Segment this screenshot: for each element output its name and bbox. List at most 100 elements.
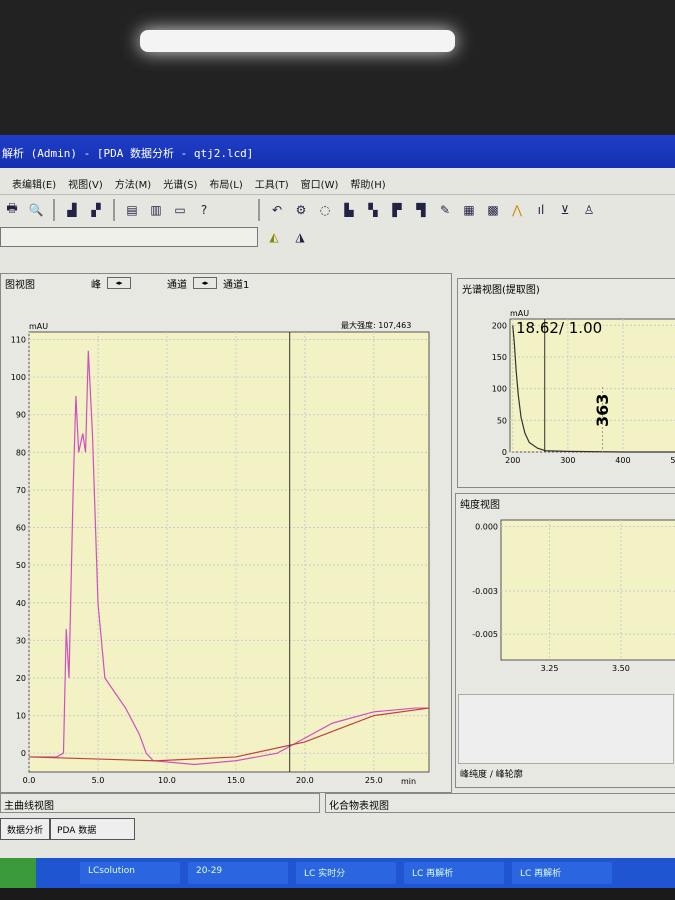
spectrum-panel: 光谱视图(提取图) 200300400500050100150200mAU18.… (457, 278, 675, 488)
plot-area (509, 318, 675, 453)
y-tick-label: 10 (16, 712, 26, 721)
peak-mark-icon[interactable]: ⋀ (507, 200, 527, 220)
spectrum-annotation: 18.62/ 1.00 (516, 319, 602, 337)
undo-icon[interactable]: ↶ (267, 200, 287, 220)
integrate-icon[interactable]: ◭ (264, 227, 284, 247)
app-window: 表编辑(E) 视图(V) 方法(M) 光谱(S) 布局(L) 工具(T) 窗口(… (0, 168, 675, 858)
monitor-bezel (0, 0, 675, 135)
tool-icon[interactable]: ⚙ (291, 200, 311, 220)
purity-info (458, 694, 674, 764)
chart-icon[interactable]: ▟ (62, 200, 82, 220)
purity-title: 纯度视图 (460, 499, 500, 511)
purity-tabs: 峰纯度 / 峰轮廓 (460, 770, 523, 780)
y-axis-label: mAU (510, 309, 529, 318)
task-realtime[interactable]: LC 实时分 (296, 862, 396, 884)
preview-icon[interactable]: 🔍 (26, 200, 46, 220)
window-title: 解析 (Admin) - [PDA 数据分析 - qtj2.lcd] (0, 135, 675, 168)
x-tick-label: 3.50 (612, 664, 630, 673)
y-tick-label: 100 (492, 385, 507, 394)
peak3-icon[interactable]: ▛ (387, 200, 407, 220)
task-reanalysis-1[interactable]: LC 再解析 (404, 862, 504, 884)
compound-title: 化合物表视图 (329, 801, 389, 812)
toolbar-row2: ◭ ◮ (0, 224, 675, 250)
menu-method[interactable]: 方法(M) (115, 176, 151, 194)
task-folder[interactable]: 20-29 (188, 862, 288, 884)
x-axis-label: min (401, 777, 416, 786)
purity-panel: 纯度视图 3.25 3.50 0.000 -0.003 -0.005 峰纯度 / 峰轮廓 (455, 493, 675, 788)
edit-icon[interactable]: ✎ (435, 200, 455, 220)
menu-bar: 表编辑(E) 视图(V) 方法(M) 光谱(S) 布局(L) 工具(T) 窗口(… (0, 168, 675, 194)
toolbar: 🖶 🔍 ▟ ▞ ▤ ▥ ▭? ↶ ⚙ ◌ ▙ ▚ ▛ ▜ ✎ ▦ ▩ ⋀ ıl ⊻ ♙ (0, 194, 675, 224)
layout2-icon[interactable]: ▥ (146, 200, 166, 220)
peak2-icon[interactable]: ▚ (363, 200, 383, 220)
print-icon[interactable]: 🖶 (2, 200, 22, 220)
compound-panel: 化合物表视图 (325, 793, 675, 813)
bar-icon[interactable]: ıl (531, 200, 551, 220)
y-tick-label: -0.003 (472, 587, 498, 596)
plot-area (500, 519, 675, 661)
y-tick-label: 50 (16, 561, 26, 570)
tab-pda-data[interactable]: PDA 数据 (50, 818, 136, 840)
y-tick-label: 60 (16, 524, 26, 533)
purity1-icon[interactable]: ▦ (459, 200, 479, 220)
y-tick-label: 50 (497, 416, 507, 425)
task-reanalysis-2[interactable]: LC 再解析 (512, 862, 612, 884)
lib-icon[interactable]: ♙ (579, 200, 599, 220)
y-tick-label: 200 (492, 321, 507, 330)
chart2-icon[interactable]: ▞ (86, 200, 106, 220)
x-tick-label: 3.25 (541, 664, 559, 673)
main-curve-panel: 主曲线视图 (0, 793, 320, 813)
spec-icon[interactable]: ⊻ (555, 200, 575, 220)
channel-label: 通道 (167, 279, 187, 291)
help-icon[interactable]: ? (194, 200, 214, 220)
purity2-icon[interactable]: ▩ (483, 200, 503, 220)
purity-chart[interactable]: 3.25 3.50 0.000 -0.003 -0.005 (456, 512, 675, 687)
peak4-icon[interactable]: ▜ (411, 200, 431, 220)
task-lcsolution[interactable]: LCsolution (80, 862, 180, 884)
y-tick-label: 70 (16, 486, 26, 495)
peak-spinner[interactable]: ◂▸ (107, 277, 131, 289)
chromatogram-chart[interactable]: 0.0 5.0 10.0 15.0 20.0 25.0 0 10 20 30 40 50 60 70 80 9… (1, 292, 451, 792)
y-tick-label: -0.005 (472, 630, 498, 639)
menu-help[interactable]: 帮助(H) (350, 176, 385, 194)
x-tick-label: 20.0 (296, 776, 314, 785)
menu-layout[interactable]: 布局(L) (209, 176, 242, 194)
menu-window[interactable]: 窗口(W) (301, 176, 339, 194)
layout1-icon[interactable]: ▤ (122, 200, 142, 220)
data-combo[interactable] (0, 227, 258, 247)
y-tick-label: 90 (16, 411, 26, 420)
menu-tools[interactable]: 工具(T) (255, 176, 289, 194)
x-tick-label: 15.0 (227, 776, 245, 785)
spectrum-title: 光谱视图(提取图) (462, 284, 540, 296)
spectrum-chart[interactable]: 200300400500050100150200mAU18.62/ 1.0036… (458, 297, 675, 487)
tab-peak-profile[interactable]: 峰轮廓 (496, 770, 523, 780)
chromatogram-title: 图视图 (5, 279, 35, 291)
channel-spinner[interactable]: ◂▸ (193, 277, 217, 289)
peak1-icon[interactable]: ▙ (339, 200, 359, 220)
start-button[interactable] (0, 858, 36, 888)
menu-view[interactable]: 视图(V) (68, 176, 103, 194)
tab-peak-purity[interactable]: 峰纯度 (460, 770, 487, 780)
x-tick-label: 0.0 (23, 776, 36, 785)
y-axis-label: mAU (29, 322, 48, 331)
x-tick-label: 500 (670, 456, 675, 465)
main-curve-title: 主曲线视图 (4, 801, 54, 812)
x-tick-label: 400 (615, 456, 630, 465)
y-tick-label: 110 (11, 336, 26, 345)
menu-spectrum[interactable]: 光谱(S) (163, 176, 197, 194)
peak-label: 峰 (91, 279, 101, 291)
menu-table-edit[interactable]: 表编辑(E) (12, 176, 56, 194)
y-tick-label: 80 (16, 448, 26, 457)
integrate2-icon[interactable]: ◮ (290, 227, 310, 247)
taskbar: LCsolution 20-29 LC 实时分 LC 再解析 LC 再解析 (0, 858, 675, 888)
tool2-icon[interactable]: ◌ (315, 200, 335, 220)
y-tick-label: 0 (21, 749, 26, 758)
y-tick-label: 150 (492, 353, 507, 362)
y-tick-label: 0 (502, 448, 507, 457)
y-tick-label: 40 (16, 599, 26, 608)
layout3-icon[interactable]: ▭ (170, 200, 190, 220)
tab-data-analysis[interactable]: 数据分析 (0, 818, 51, 840)
peak-wavelength-label: 363 (593, 394, 612, 427)
chromatogram-panel: 图视图 峰 ◂▸ 通道 ◂▸ 通道1 0.0 5.0 10.0 15.0 20.0 25.0 0 1… (0, 273, 452, 793)
x-tick-label: 5.0 (92, 776, 105, 785)
